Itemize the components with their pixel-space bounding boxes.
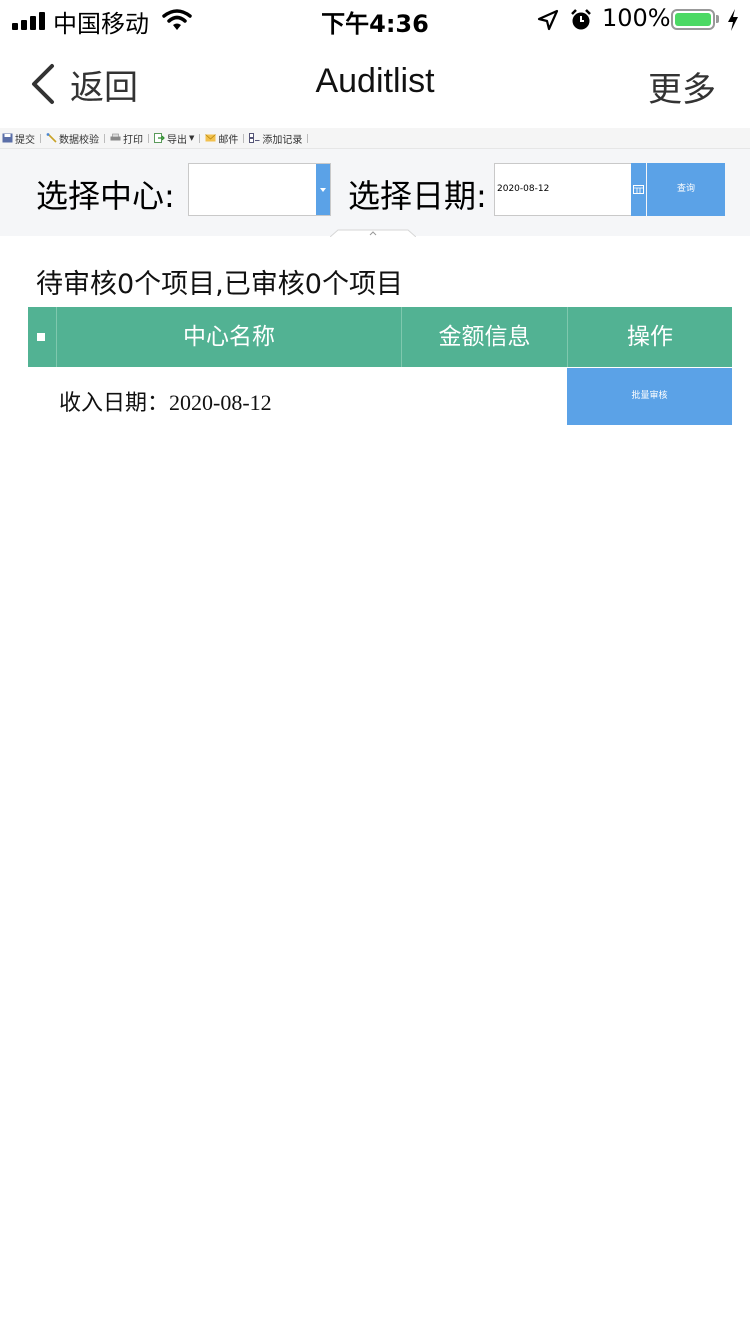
date-label: 选择日期: [348,177,487,215]
charging-icon [728,9,738,31]
center-select[interactable] [188,163,331,216]
query-button[interactable]: 查询 [647,163,725,216]
print-label: 打印 [123,134,143,146]
export-label: 导出 [167,134,187,146]
income-date-row: 收入日期：2020-08-12 [59,390,272,415]
toolbar-divider [40,133,41,143]
status-bar: 中国移动 下午4:36 100% [0,0,750,40]
collapse-toggle-icon[interactable] [330,229,416,237]
column-amount: 金额信息 [402,307,568,367]
batch-approve-button[interactable]: 批量审核 [567,368,732,425]
calendar-icon [633,185,644,194]
alarm-icon [571,9,591,30]
toolbar-divider [199,133,201,143]
add-record-label: 添加记录 [262,134,303,146]
submit-button[interactable]: 提交 [0,131,37,146]
battery-percent: 100% [602,4,671,32]
validate-button[interactable]: 数据校验 [44,131,101,146]
column-center-name: 中心名称 [57,307,402,367]
toolbar-divider [104,133,105,143]
filter-panel: 选择中心: 选择日期: 2020-08-12 查询 [0,149,750,236]
more-button[interactable]: 更多 [648,62,716,111]
location-icon [537,9,559,31]
toolbar-divider [307,133,309,143]
mail-icon [205,134,217,142]
validate-label: 数据校验 [59,134,99,146]
mail-button[interactable]: 邮件 [203,131,240,146]
chevron-down-icon[interactable] [316,164,330,215]
checkbox-square [37,333,45,341]
add-record-button[interactable]: 添加记录 [247,131,304,146]
battery-tip [716,15,719,23]
mail-label: 邮件 [218,134,239,146]
column-actions: 操作 [627,324,673,350]
print-button[interactable]: 打印 [108,131,145,146]
save-icon [2,133,13,143]
select-all-checkbox[interactable] [28,307,57,367]
table-header: 中心名称 金额信息 操作 [28,307,732,367]
battery-icon [671,9,715,30]
toolbar: 提交 数据校验 打印 导出 ▼ 邮件 添加记录 [0,128,750,149]
wand-icon [46,133,57,143]
submit-label: 提交 [15,134,35,146]
dropdown-caret-icon: ▼ [189,134,195,142]
audit-summary: 待审核0个项目,已审核0个项目 [36,269,403,300]
toolbar-divider [243,133,245,143]
page-title: Auditlist [315,62,435,100]
export-button[interactable]: 导出 ▼ [152,131,196,146]
export-icon [154,133,165,143]
printer-icon [110,133,121,141]
toolbar-divider [148,133,149,143]
nav-bar: 返回 Auditlist 更多 [0,40,750,128]
calendar-button[interactable] [631,163,646,216]
center-label: 选择中心: [36,177,175,215]
add-record-icon [249,133,260,143]
date-field[interactable]: 2020-08-12 [494,163,646,216]
